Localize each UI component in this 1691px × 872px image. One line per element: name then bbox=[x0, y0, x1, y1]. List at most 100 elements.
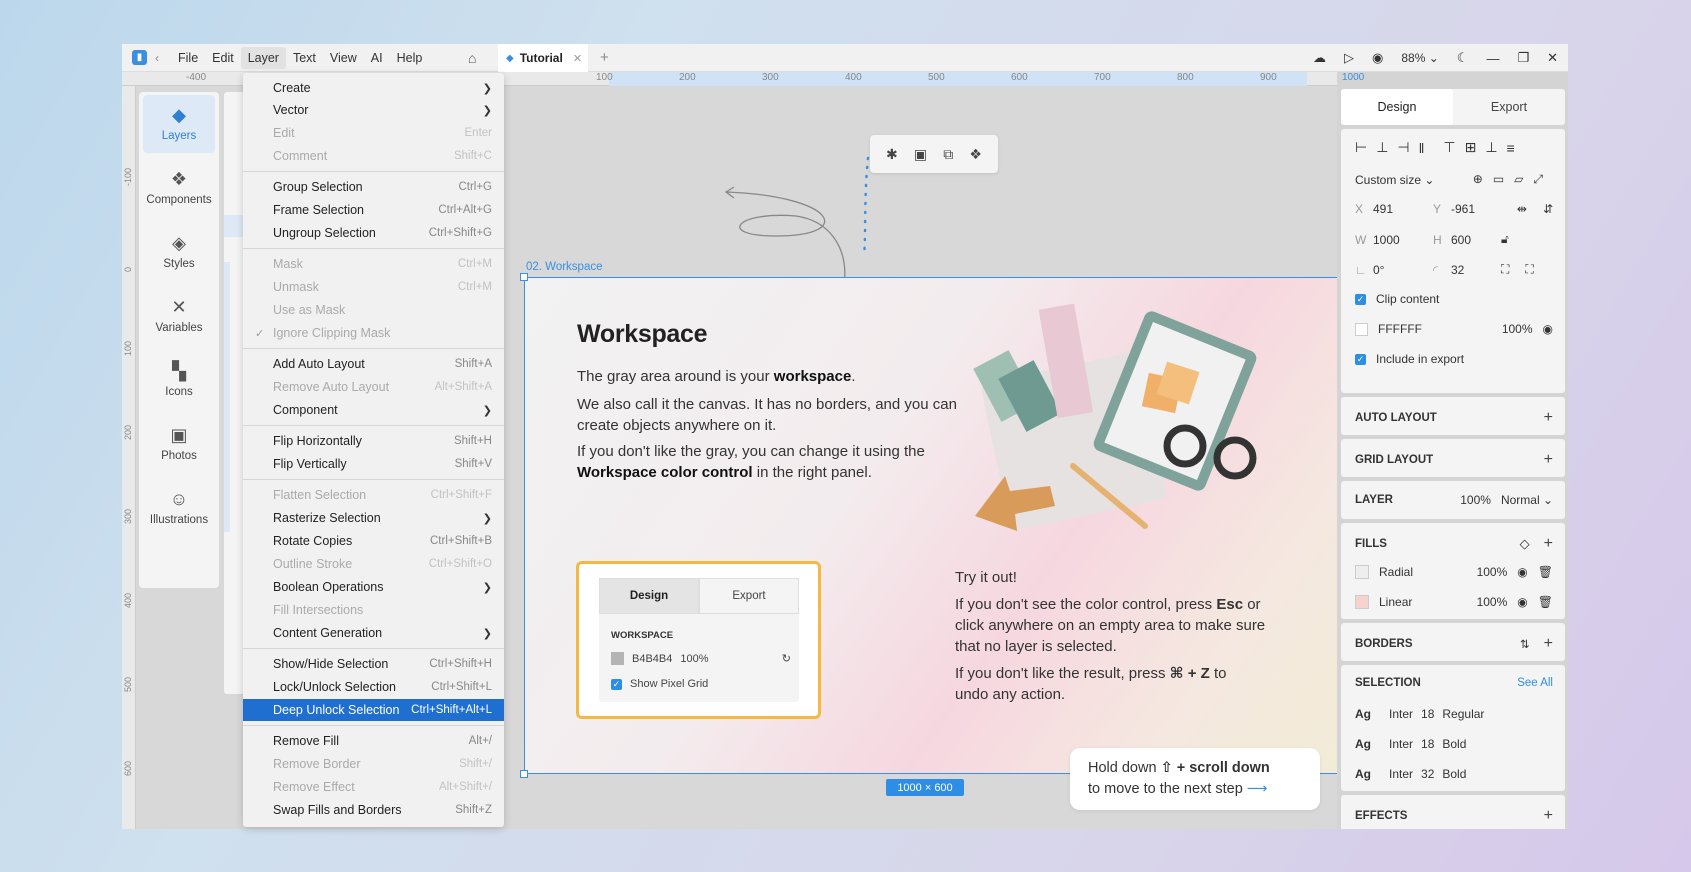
align-right-icon[interactable]: ⊣ bbox=[1397, 139, 1409, 156]
checkbox-icon[interactable]: ✓ bbox=[1355, 353, 1366, 365]
menu-item-lock-unlock-selection[interactable]: Lock/Unlock Selection Ctrl+Shift+L bbox=[243, 676, 504, 698]
menu-help[interactable]: Help bbox=[390, 47, 430, 69]
tab-export[interactable]: Export bbox=[1453, 89, 1565, 125]
menu-item-vector[interactable]: Vector ❯ bbox=[243, 99, 504, 121]
new-tab-icon[interactable]: + bbox=[600, 49, 609, 66]
dark-mode-icon[interactable]: ☾ bbox=[1457, 50, 1469, 66]
h-input[interactable]: 600 bbox=[1451, 233, 1501, 247]
corner-icon[interactable]: ⛶ bbox=[1501, 262, 1509, 277]
rotation-input[interactable]: 0° bbox=[1373, 263, 1433, 277]
menu-view[interactable]: View bbox=[323, 47, 364, 69]
fill-opacity[interactable]: 100% bbox=[1477, 595, 1508, 609]
include-export-row[interactable]: ✓ Include in export bbox=[1355, 352, 1553, 366]
lock-ratio-icon[interactable]: 🔓︎ bbox=[1501, 232, 1509, 247]
size-preset-dropdown[interactable]: Custom size ⌄ bbox=[1355, 173, 1434, 187]
nav-components[interactable]: ❖ Components bbox=[143, 159, 215, 217]
nav-variables[interactable]: ✕ Variables bbox=[143, 287, 215, 345]
menu-item-frame-selection[interactable]: Frame Selection Ctrl+Alt+G bbox=[243, 199, 504, 221]
clip-content-row[interactable]: ✓ Clip content bbox=[1355, 292, 1553, 306]
add-icon[interactable]: + bbox=[1544, 535, 1553, 553]
nav-styles[interactable]: ◈ Styles bbox=[143, 223, 215, 281]
menu-item-rotate-copies[interactable]: Rotate Copies Ctrl+Shift+B bbox=[243, 530, 504, 552]
add-icon[interactable]: + bbox=[1544, 451, 1553, 469]
menu-item-deep-unlock-selection[interactable]: Deep Unlock Selection Ctrl+Shift+Alt+L bbox=[243, 699, 504, 721]
font-row[interactable]: Ag Inter 18 Bold bbox=[1355, 737, 1553, 751]
y-input[interactable]: -961 bbox=[1451, 202, 1501, 216]
nav-illustrations[interactable]: ☺ Illustrations bbox=[143, 479, 215, 537]
cloud-upload-icon[interactable]: ☁ bbox=[1313, 50, 1326, 66]
resize-handle[interactable] bbox=[520, 273, 528, 281]
eye-icon[interactable]: ◉ bbox=[1517, 595, 1527, 609]
align-bottom-icon[interactable]: ⊥ bbox=[1485, 139, 1497, 156]
eye-icon[interactable]: ◉ bbox=[1372, 50, 1383, 66]
resize-handle[interactable] bbox=[520, 770, 528, 778]
close-window-icon[interactable]: ✕ bbox=[1547, 50, 1558, 66]
trash-icon[interactable]: 🗑︎ bbox=[1538, 565, 1553, 579]
nav-icons[interactable]: ▚ Icons bbox=[143, 351, 215, 409]
menu-item-ungroup-selection[interactable]: Ungroup Selection Ctrl+Shift+G bbox=[243, 222, 504, 244]
menu-ai[interactable]: AI bbox=[364, 47, 390, 69]
fill-opacity[interactable]: 100% bbox=[1502, 322, 1533, 336]
add-icon[interactable]: + bbox=[1544, 635, 1553, 653]
nav-photos[interactable]: ▣ Photos bbox=[143, 415, 215, 473]
trash-icon[interactable]: 🗑︎ bbox=[1538, 595, 1553, 609]
independent-corners-icon[interactable]: ⛶ bbox=[1525, 262, 1533, 277]
blend-mode-dropdown[interactable]: Normal ⌄ bbox=[1501, 493, 1553, 507]
add-icon[interactable]: + bbox=[1544, 409, 1553, 427]
menu-item-group-selection[interactable]: Group Selection Ctrl+G bbox=[243, 176, 504, 198]
radius-input[interactable]: 32 bbox=[1451, 263, 1501, 277]
menu-item-boolean-operations[interactable]: Boolean Operations ❯ bbox=[243, 576, 504, 598]
menu-item-flip-vertically[interactable]: Flip Vertically Shift+V bbox=[243, 453, 504, 475]
minimize-icon[interactable]: — bbox=[1486, 51, 1499, 66]
font-row[interactable]: Ag Inter 32 Bold bbox=[1355, 767, 1553, 781]
menu-item-remove-fill[interactable]: Remove Fill Alt+/ bbox=[243, 730, 504, 752]
restore-icon[interactable]: ❐ bbox=[1517, 50, 1529, 66]
frame-label[interactable]: 02. Workspace bbox=[526, 261, 603, 273]
menu-item-swap-fills-and-borders[interactable]: Swap Fills and Borders Shift+Z bbox=[243, 799, 504, 821]
flip-h-icon[interactable]: ⇹ bbox=[1517, 202, 1527, 216]
menu-item-create[interactable]: Create ❯ bbox=[243, 77, 504, 99]
frame-type-icons[interactable]: ⊕▭▱⤢ bbox=[1473, 172, 1553, 187]
fill-hex[interactable]: FFFFFF bbox=[1378, 322, 1478, 336]
fill-name[interactable]: Radial bbox=[1379, 565, 1449, 579]
align-left-icon[interactable]: ⊢ bbox=[1355, 139, 1367, 156]
workspace-frame[interactable]: Workspace The gray area around is your w… bbox=[524, 277, 1350, 774]
menu-item-component[interactable]: Component ❯ bbox=[243, 399, 504, 421]
fill-name[interactable]: Linear bbox=[1379, 595, 1449, 609]
menu-layer[interactable]: Layer bbox=[240, 46, 286, 69]
app-logo-icon[interactable]: ▮ bbox=[132, 50, 147, 65]
document-tab[interactable]: ◆ Tutorial ✕ bbox=[498, 44, 588, 72]
drop-icon[interactable]: ◇ bbox=[1520, 536, 1530, 552]
menu-text[interactable]: Text bbox=[286, 47, 323, 69]
font-row[interactable]: Ag Inter 18 Regular bbox=[1355, 707, 1553, 721]
add-icon[interactable]: + bbox=[1544, 807, 1553, 825]
play-icon[interactable]: ▷ bbox=[1344, 50, 1354, 66]
distribute-v-icon[interactable]: ≡ bbox=[1507, 140, 1515, 156]
chevron-left-icon[interactable]: ‹ bbox=[155, 51, 159, 65]
x-input[interactable]: 491 bbox=[1373, 202, 1433, 216]
align-middle-icon[interactable]: ⊞ bbox=[1465, 139, 1477, 156]
home-icon[interactable]: ⌂ bbox=[468, 50, 476, 66]
align-center-icon[interactable]: ⊥ bbox=[1376, 139, 1388, 156]
tab-design[interactable]: Design bbox=[1341, 89, 1453, 125]
menu-item-rasterize-selection[interactable]: Rasterize Selection ❯ bbox=[243, 507, 504, 529]
fill-swatch[interactable] bbox=[1355, 595, 1369, 609]
close-tab-icon[interactable]: ✕ bbox=[573, 52, 582, 65]
eye-icon[interactable]: ◉ bbox=[1543, 322, 1553, 336]
checkbox-icon[interactable]: ✓ bbox=[1355, 293, 1366, 305]
flip-v-icon[interactable]: ⇵ bbox=[1543, 202, 1553, 216]
fill-opacity[interactable]: 100% bbox=[1477, 565, 1508, 579]
fill-swatch[interactable] bbox=[1355, 565, 1369, 579]
menu-file[interactable]: File bbox=[171, 47, 205, 69]
nav-layers[interactable]: ◆ Layers bbox=[143, 95, 215, 153]
see-all-link[interactable]: See All bbox=[1517, 677, 1553, 689]
swap-icon[interactable]: ⇅ bbox=[1520, 637, 1530, 651]
menu-edit[interactable]: Edit bbox=[205, 47, 241, 69]
w-input[interactable]: 1000 bbox=[1373, 233, 1433, 247]
menu-item-flip-horizontally[interactable]: Flip Horizontally Shift+H bbox=[243, 430, 504, 452]
eye-icon[interactable]: ◉ bbox=[1517, 565, 1527, 579]
menu-item-content-generation[interactable]: Content Generation ❯ bbox=[243, 622, 504, 644]
align-top-icon[interactable]: ⊤ bbox=[1443, 139, 1455, 156]
distribute-h-icon[interactable]: ‖ bbox=[1419, 140, 1425, 156]
menu-item-add-auto-layout[interactable]: Add Auto Layout Shift+A bbox=[243, 353, 504, 375]
